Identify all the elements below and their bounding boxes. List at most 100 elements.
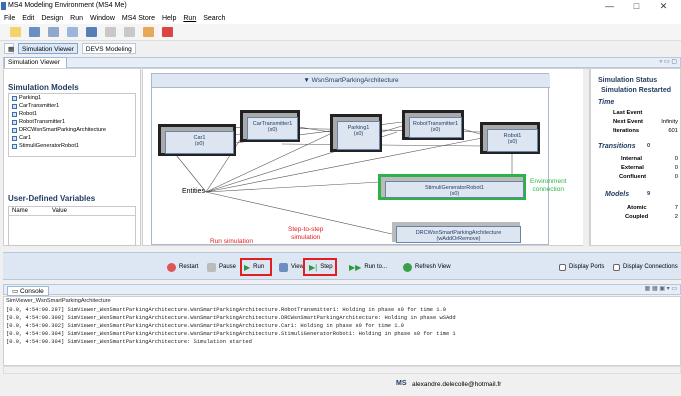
confluent-value: 0 (674, 174, 678, 180)
arrow-icon[interactable] (143, 27, 154, 37)
app-icon (1, 2, 6, 10)
checkbox-icon[interactable] (12, 103, 17, 109)
menu-run[interactable]: Run (70, 13, 83, 24)
col-name[interactable]: Name (12, 207, 52, 215)
console-output[interactable]: SimViewer_WsnSmartParkingArchitecture [0… (3, 296, 681, 366)
environment-label: Environment connection (530, 178, 567, 193)
coupled-label: Coupled (625, 214, 649, 220)
tab-simulation-viewer[interactable]: Simulation Viewer (18, 43, 78, 54)
status-title: Simulation Status (598, 77, 658, 84)
title-bar: MS4 Modeling Environment (MS4 Me) — □ ✕ (0, 0, 681, 13)
console-line: [0.0, 4:54:00.300] SimViewer_WsnSmartPar… (6, 315, 456, 321)
menu-file[interactable]: File (4, 13, 15, 24)
list-item[interactable]: StimuliGeneratorRobot1 (9, 142, 135, 150)
window-controls: — □ ✕ (596, 0, 677, 13)
run-to-button[interactable]: ▶▶ Run to... (349, 259, 387, 275)
minimize-button[interactable]: — (596, 0, 623, 13)
console-line: [0.0, 4:54:00.302] SimViewer_WsnSmartPar… (6, 323, 404, 329)
tab-devs-modeling[interactable]: DEVS Modeling (81, 43, 136, 54)
maximize-button[interactable]: □ (623, 0, 650, 13)
checkbox-icon[interactable] (12, 135, 17, 141)
block-parking1[interactable]: Parking1 (s0) (330, 114, 382, 152)
tab-console[interactable]: ▭ Console (7, 286, 49, 296)
block-car-transmitter1[interactable]: CarTransmitter1 (s0) (240, 110, 300, 142)
restart-button[interactable]: Restart (167, 259, 198, 275)
list-item[interactable]: RobotTransmitter1 (9, 118, 135, 126)
nav-back-icon[interactable] (105, 27, 116, 37)
console-tab-bar: ▭ Console ▦ ▦ ▣ ▾ ▭ (3, 284, 681, 296)
new-icon[interactable] (10, 27, 21, 37)
refresh-icon (403, 262, 412, 272)
console-actions-icon[interactable]: ▦ ▦ ▣ ▾ ▭ (645, 285, 677, 292)
iterations-value: 601 (668, 128, 678, 134)
menu-design[interactable]: Design (41, 13, 63, 24)
list-item[interactable]: DRCWsnSmartParkingArchitecture (9, 126, 135, 134)
block-stimuli-generator[interactable]: StimuliGeneratorRobot1 (s0) (378, 174, 526, 200)
col-value[interactable]: Value (52, 207, 67, 215)
console-line: [0.0, 4:54:00.304] SimViewer_WsnSmartPar… (6, 331, 456, 337)
copy-icon[interactable] (48, 27, 59, 37)
menu-edit[interactable]: Edit (22, 13, 34, 24)
status-bar: MS alexandre.delecolle@hotmail.fr (0, 376, 681, 396)
display-connections-checkbox[interactable]: Display Connections (613, 259, 678, 275)
checkbox-icon[interactable] (12, 143, 17, 149)
block-drc[interactable]: DRCWsnSmartParkingArchitecture (wAddOrRem… (392, 222, 521, 243)
transitions-value: 0 (647, 143, 651, 149)
block-car1[interactable]: Car1 (s0) (158, 124, 236, 156)
console-source: SimViewer_WsnSmartParkingArchitecture (6, 298, 111, 304)
menu-run-2[interactable]: Run (183, 13, 196, 24)
models-heading: Models (605, 191, 630, 198)
vars-title: User-Defined Variables (8, 194, 96, 203)
menu-window[interactable]: Window (90, 13, 115, 24)
status-state: Simulation Restarted (601, 87, 672, 94)
checkbox-icon[interactable] (12, 95, 17, 101)
refresh-view-button[interactable]: Refresh View (403, 259, 451, 275)
list-item[interactable]: Parking1 (9, 94, 135, 102)
tool-icon[interactable] (162, 27, 173, 37)
atomic-value: 7 (674, 205, 678, 211)
simulation-controls: Restart Pause ▶ Run View ▶| Step ▶▶ Run to.… (3, 252, 681, 280)
save-icon[interactable] (29, 27, 40, 37)
view-button[interactable]: View (279, 259, 304, 275)
atomic-label: Atomic (627, 205, 647, 211)
restart-icon (167, 262, 176, 272)
block-robot-transmitter1[interactable]: RobotTransmitter1 (s0) (402, 110, 464, 140)
view-menu-icon[interactable]: ▿ ▭ ▢ (659, 58, 677, 65)
menu-help[interactable]: Help (162, 13, 176, 24)
menu-bar: File Edit Design Run Window MS4 Store He… (0, 13, 681, 24)
internal-label: Internal (621, 156, 642, 162)
table-header: Name Value (9, 207, 135, 216)
console-scrollbar[interactable] (3, 366, 681, 374)
menu-search[interactable]: Search (203, 13, 225, 24)
list-item[interactable]: Car1 (9, 134, 135, 142)
time-heading: Time (598, 99, 615, 106)
confluent-label: Confluent (619, 174, 647, 180)
checkbox-icon[interactable] (12, 127, 17, 133)
menu-ms4-store[interactable]: MS4 Store (122, 13, 155, 24)
close-button[interactable]: ✕ (650, 0, 677, 13)
step-highlight (303, 258, 337, 276)
home-icon[interactable] (67, 27, 78, 37)
layout-icon[interactable]: ▦ (4, 43, 14, 54)
connections (163, 121, 513, 235)
pen-icon[interactable] (86, 27, 97, 37)
block-robot1[interactable]: Robot1 (s0) (480, 122, 540, 154)
checkbox-icon[interactable] (12, 119, 17, 125)
next-event-value: Infinity (661, 119, 678, 125)
last-event-label: Last Event (613, 110, 643, 116)
status-panel: Simulation Status Simulation Restarted T… (590, 68, 681, 246)
canvas-scrollbar[interactable] (583, 69, 589, 247)
view-tab-bar: Simulation Viewer ▿ ▭ ▢ (3, 57, 681, 68)
entities-label: Entities (182, 188, 205, 195)
external-label: External (621, 165, 644, 171)
main-toolbar (0, 24, 681, 41)
checkbox-icon[interactable] (12, 111, 17, 117)
nav-forward-icon[interactable] (124, 27, 135, 37)
coupled-value: 2 (674, 214, 678, 220)
list-item[interactable]: CarTransmitter1 (9, 102, 135, 110)
pause-button[interactable]: Pause (207, 259, 236, 275)
tab-simulation-viewer-view[interactable]: Simulation Viewer (4, 57, 67, 68)
display-ports-checkbox[interactable]: Display Ports (559, 259, 604, 275)
list-item[interactable]: Robot1 (9, 110, 135, 118)
checkbox-icon (559, 263, 566, 271)
